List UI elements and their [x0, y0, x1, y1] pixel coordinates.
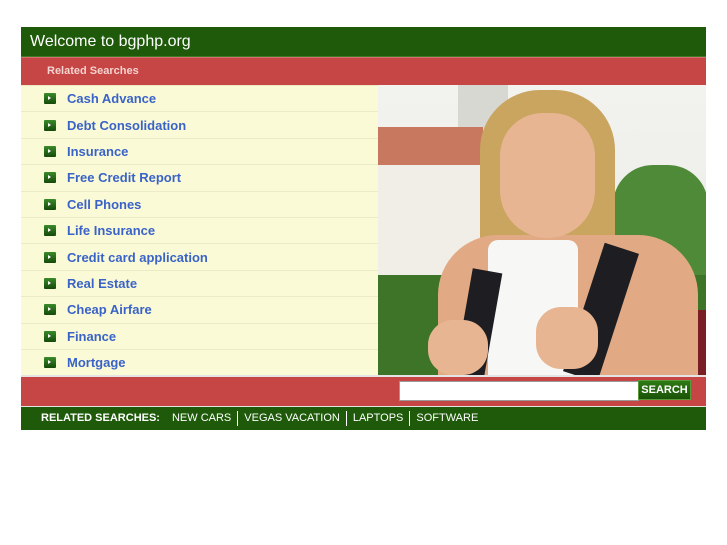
list-item[interactable]: Life Insurance	[21, 218, 378, 245]
arrow-right-icon	[44, 145, 56, 157]
arrow-right-icon	[44, 251, 56, 263]
list-link[interactable]: Life Insurance	[67, 223, 155, 238]
list-link[interactable]: Cheap Airfare	[67, 302, 152, 317]
list-item[interactable]: Cash Advance	[21, 86, 378, 113]
arrow-right-icon	[44, 119, 56, 131]
list-link[interactable]: Real Estate	[67, 276, 137, 291]
list-link[interactable]: Debt Consolidation	[67, 118, 186, 133]
arrow-right-icon	[44, 225, 56, 237]
footer-link-new-cars[interactable]: NEW CARS	[166, 407, 237, 430]
list-item[interactable]: Credit card application	[21, 244, 378, 271]
list-link[interactable]: Mortgage	[67, 355, 126, 370]
list-link[interactable]: Insurance	[67, 144, 128, 159]
photo-hand-right	[536, 307, 598, 369]
list-item[interactable]: Cell Phones	[21, 192, 378, 218]
footer-label: RELATED SEARCHES:	[41, 412, 160, 424]
arrow-right-icon	[44, 304, 56, 316]
page-container: Welcome to bgphp.org Related Searches Ca…	[21, 27, 706, 430]
page-title: Welcome to bgphp.org	[21, 27, 706, 57]
search-button[interactable]: SEARCH	[638, 380, 691, 400]
arrow-right-icon	[44, 330, 56, 342]
footer-link-vegas-vacation[interactable]: VEGAS VACATION	[238, 407, 346, 430]
footer-related-searches: RELATED SEARCHES: NEW CARS VEGAS VACATIO…	[21, 406, 706, 430]
search-input[interactable]	[399, 381, 639, 401]
arrow-right-icon	[44, 277, 56, 289]
list-item[interactable]: Real Estate	[21, 271, 378, 298]
list-item[interactable]: Free Credit Report	[21, 165, 378, 192]
photo-bg-roof	[378, 127, 483, 165]
list-item[interactable]: Debt Consolidation	[21, 112, 378, 139]
arrow-right-icon	[44, 357, 56, 369]
list-link[interactable]: Finance	[67, 329, 116, 344]
footer-link-software[interactable]: SOFTWARE	[410, 407, 484, 430]
related-searches-list: Cash Advance Debt Consolidation Insuranc…	[21, 85, 378, 377]
list-link[interactable]: Free Credit Report	[67, 170, 181, 185]
list-link[interactable]: Cell Phones	[67, 197, 141, 212]
photo-face	[500, 113, 595, 238]
footer-link-laptops[interactable]: LAPTOPS	[347, 407, 410, 430]
list-item[interactable]: Mortgage	[21, 350, 378, 377]
list-item[interactable]: Finance	[21, 324, 378, 350]
arrow-right-icon	[44, 93, 56, 105]
hero-photo	[378, 85, 706, 375]
list-item[interactable]: Cheap Airfare	[21, 297, 378, 324]
list-link[interactable]: Credit card application	[67, 250, 208, 265]
list-link[interactable]: Cash Advance	[67, 91, 156, 106]
search-bar: SEARCH	[21, 375, 706, 406]
arrow-right-icon	[44, 198, 56, 210]
related-searches-heading: Related Searches	[21, 57, 706, 85]
photo-hand-left	[428, 320, 488, 375]
arrow-right-icon	[44, 172, 56, 184]
list-item[interactable]: Insurance	[21, 139, 378, 166]
main-content: Cash Advance Debt Consolidation Insuranc…	[21, 85, 706, 377]
